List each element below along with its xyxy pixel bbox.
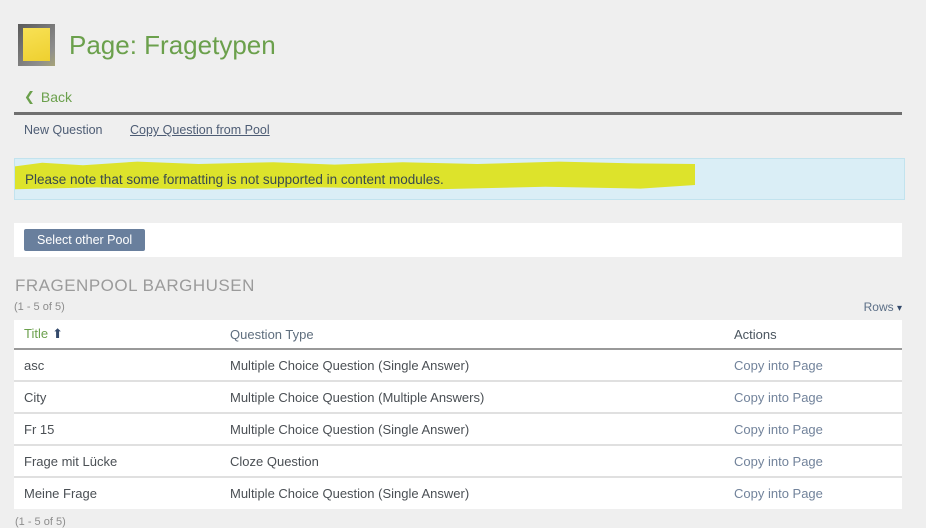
copy-into-page-link[interactable]: Copy into Page bbox=[734, 390, 823, 405]
question-table: Title ⬆ Question Type Actions asc Multipl… bbox=[14, 320, 902, 509]
chevron-left-icon: ❮ bbox=[24, 89, 35, 105]
toolbar: New Question Copy Question from Pool bbox=[14, 115, 902, 137]
info-message-box: Please note that some formatting is not … bbox=[14, 158, 905, 200]
row-title: asc bbox=[14, 349, 220, 381]
column-header-actions: Actions bbox=[734, 327, 777, 342]
copy-into-page-link[interactable]: Copy into Page bbox=[734, 486, 823, 501]
info-message-text: Please note that some formatting is not … bbox=[25, 172, 444, 187]
pagination-top: (1 - 5 of 5) bbox=[14, 301, 65, 313]
column-header-title[interactable]: Title bbox=[24, 326, 48, 341]
sort-ascending-icon[interactable]: ⬆ bbox=[52, 326, 63, 341]
row-question-type: Multiple Choice Question (Single Answer) bbox=[220, 413, 724, 445]
copy-into-page-link[interactable]: Copy into Page bbox=[734, 422, 823, 437]
table-row: Meine Frage Multiple Choice Question (Si… bbox=[14, 477, 902, 509]
table-row: Frage mit Lücke Cloze Question Copy into… bbox=[14, 445, 902, 477]
row-title: Fr 15 bbox=[14, 413, 220, 445]
page-type-icon-fill bbox=[23, 28, 50, 61]
back-row: ❮ Back bbox=[14, 88, 902, 106]
table-title: FRAGENPOOL BARGHUSEN bbox=[14, 276, 902, 296]
pool-button-panel: Select other Pool bbox=[14, 223, 902, 257]
row-question-type: Cloze Question bbox=[220, 445, 724, 477]
row-title: City bbox=[14, 381, 220, 413]
page-header: Page: Fragetypen bbox=[18, 24, 902, 66]
row-title: Meine Frage bbox=[14, 477, 220, 509]
copy-into-page-link[interactable]: Copy into Page bbox=[734, 358, 823, 373]
row-title: Frage mit Lücke bbox=[14, 445, 220, 477]
back-link[interactable]: ❮ Back bbox=[24, 89, 72, 105]
table-header-row: Title ⬆ Question Type Actions bbox=[14, 320, 902, 349]
rows-dropdown[interactable]: Rows ▾ bbox=[864, 300, 902, 314]
new-question-link[interactable]: New Question bbox=[24, 123, 103, 137]
table-row: City Multiple Choice Question (Multiple … bbox=[14, 381, 902, 413]
chevron-down-icon: ▾ bbox=[897, 303, 902, 314]
back-label: Back bbox=[41, 89, 72, 105]
copy-question-from-pool-link[interactable]: Copy Question from Pool bbox=[130, 123, 270, 137]
page-type-icon bbox=[18, 24, 55, 66]
table-row: asc Multiple Choice Question (Single Ans… bbox=[14, 349, 902, 381]
column-header-question-type: Question Type bbox=[230, 327, 314, 342]
pagination-bottom: (1 - 5 of 5) bbox=[14, 516, 902, 528]
table-meta-row: (1 - 5 of 5) Rows ▾ bbox=[14, 300, 902, 314]
row-question-type: Multiple Choice Question (Multiple Answe… bbox=[220, 381, 724, 413]
copy-into-page-link[interactable]: Copy into Page bbox=[734, 454, 823, 469]
page-title: Page: Fragetypen bbox=[69, 30, 276, 61]
row-question-type: Multiple Choice Question (Single Answer) bbox=[220, 477, 724, 509]
row-question-type: Multiple Choice Question (Single Answer) bbox=[220, 349, 724, 381]
table-row: Fr 15 Multiple Choice Question (Single A… bbox=[14, 413, 902, 445]
select-other-pool-button[interactable]: Select other Pool bbox=[24, 229, 145, 251]
rows-dropdown-label: Rows bbox=[864, 300, 894, 314]
